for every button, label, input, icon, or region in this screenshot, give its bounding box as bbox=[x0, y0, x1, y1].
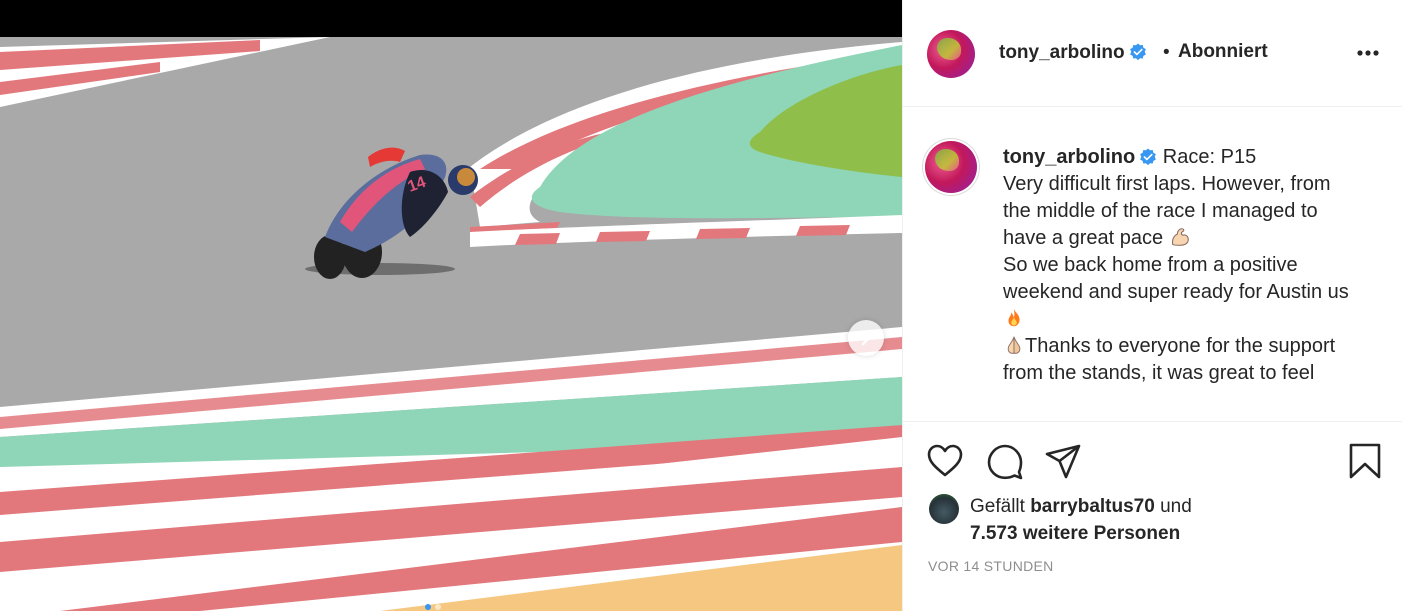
caption-line: weekend and super ready for Austin us bbox=[1003, 281, 1349, 303]
caption-avatar[interactable] bbox=[925, 141, 977, 193]
heart-icon[interactable] bbox=[926, 442, 964, 480]
likes-conjunction: und bbox=[1160, 496, 1192, 517]
fire-emoji bbox=[1008, 308, 1020, 327]
caption-line: tony_arbolino Race: P15 bbox=[1003, 144, 1383, 171]
liker-avatar[interactable] bbox=[929, 494, 959, 524]
caption-line: the middle of the race I managed to bbox=[1003, 200, 1318, 222]
avatar[interactable] bbox=[927, 30, 975, 78]
caption-line: have a great pace bbox=[1003, 225, 1383, 252]
header-separator: • bbox=[1163, 42, 1170, 63]
caption-section: tony_arbolino Race: P15 Very difficult f… bbox=[903, 108, 1402, 420]
verified-badge-icon bbox=[1129, 43, 1146, 61]
likes-summary: Gefällt barrybaltus70 und 7.573 weitere … bbox=[970, 493, 1192, 547]
likes-prefix: Gefällt bbox=[970, 496, 1025, 517]
likes-others-link[interactable]: 7.573 weitere Personen bbox=[970, 523, 1180, 544]
caption-line: Thanks to everyone for the support bbox=[1003, 333, 1383, 360]
post-header: tony_arbolino • Abonniert bbox=[903, 0, 1402, 107]
carousel-indicator bbox=[425, 604, 441, 610]
caption-username-link[interactable]: tony_arbolino bbox=[1003, 146, 1135, 168]
paper-plane-icon[interactable] bbox=[1044, 442, 1082, 480]
verified-badge-icon bbox=[1140, 148, 1157, 166]
bookmark-icon[interactable] bbox=[1346, 442, 1384, 480]
comment-bubble-icon[interactable] bbox=[986, 442, 1024, 480]
caption-line-text: Thanks to everyone for the support bbox=[1025, 335, 1336, 357]
liker-username-link[interactable]: barrybaltus70 bbox=[1030, 496, 1155, 517]
caption-line: Very difficult first laps. However, from bbox=[1003, 173, 1331, 195]
header-username-link[interactable]: tony_arbolino bbox=[999, 42, 1147, 64]
following-button[interactable]: Abonniert bbox=[1178, 41, 1268, 63]
flexed-biceps-emoji bbox=[1171, 228, 1189, 246]
media-top-bar bbox=[0, 0, 902, 37]
caption-text: tony_arbolino Race: P15 Very difficult f… bbox=[1003, 144, 1383, 387]
carousel-next-button[interactable] bbox=[848, 320, 884, 356]
carousel-dot bbox=[435, 604, 441, 610]
post-media: 14 bbox=[0, 0, 902, 611]
caption-line-text: Race: P15 bbox=[1162, 146, 1257, 168]
caption-line bbox=[1003, 306, 1383, 333]
carousel-dot-active bbox=[425, 604, 431, 610]
post-sidebar: tony_arbolino • Abonniert tony_arbolino … bbox=[902, 0, 1402, 611]
caption-line: from the stands, it was great to feel bbox=[1003, 362, 1315, 384]
caption-line: So we back home from a positive bbox=[1003, 254, 1298, 276]
header-username-text: tony_arbolino bbox=[999, 42, 1125, 63]
post-timestamp[interactable]: VOR 14 STUNDEN bbox=[928, 558, 1054, 574]
post-photo[interactable]: 14 bbox=[0, 37, 902, 611]
post-actions: Gefällt barrybaltus70 und 7.573 weitere … bbox=[903, 421, 1402, 611]
folded-hands-emoji bbox=[1007, 336, 1021, 354]
caption-line-text: have a great pace bbox=[1003, 227, 1164, 249]
chevron-right-icon bbox=[861, 330, 871, 346]
more-options-icon[interactable] bbox=[1355, 40, 1381, 66]
